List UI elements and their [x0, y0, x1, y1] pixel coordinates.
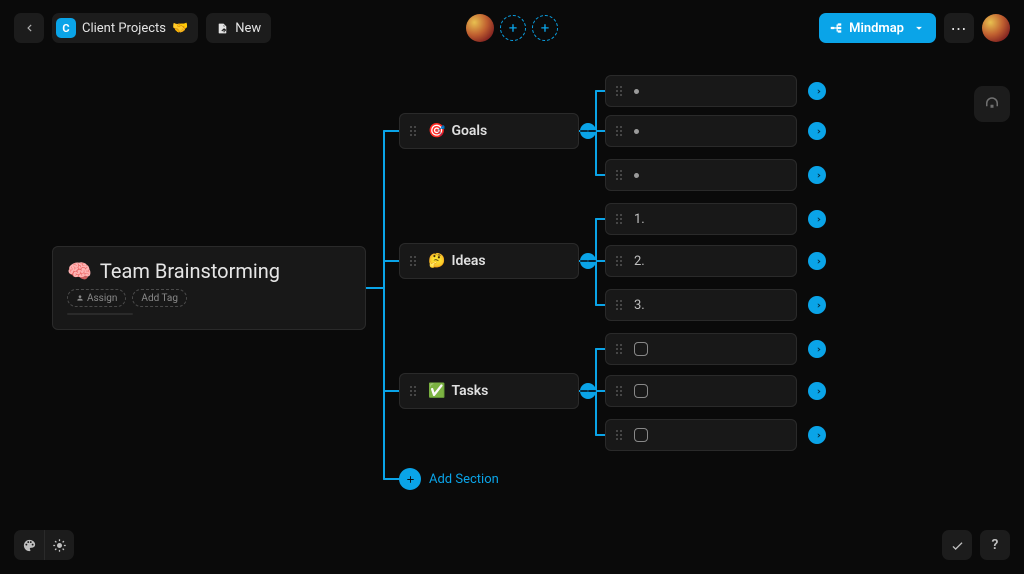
- drag-handle-icon[interactable]: [616, 344, 626, 355]
- side-panel-toggle[interactable]: [974, 86, 1010, 122]
- collapse-toggle-goals[interactable]: [580, 123, 596, 139]
- handshake-icon: 🤝: [172, 21, 188, 36]
- root-title: Team Brainstorming: [100, 259, 280, 283]
- new-doc-icon: [216, 22, 229, 35]
- sun-icon: [52, 538, 67, 553]
- item-node-goal-1[interactable]: [605, 75, 797, 107]
- new-button[interactable]: New: [206, 13, 271, 43]
- helmet-icon: [983, 95, 1001, 113]
- item-node-task-2[interactable]: [605, 375, 797, 407]
- expand-arrow-button[interactable]: [808, 252, 826, 270]
- confirm-button[interactable]: [942, 530, 972, 560]
- root-node[interactable]: 🧠 Team Brainstorming Assign Add Tag: [52, 246, 366, 330]
- add-collaborator-button[interactable]: +: [532, 15, 558, 41]
- item-node-idea-2[interactable]: 2.: [605, 245, 797, 277]
- task-checkbox[interactable]: [634, 384, 648, 398]
- question-icon: ?: [992, 537, 999, 553]
- collapse-toggle-ideas[interactable]: [580, 253, 596, 269]
- mindmap-icon: [829, 21, 843, 35]
- bullet-icon: [634, 173, 639, 178]
- expand-arrow-button[interactable]: [808, 426, 826, 444]
- section-label: Tasks: [451, 383, 488, 399]
- breadcrumb-label: Client Projects: [82, 21, 166, 36]
- item-node-idea-1[interactable]: 1.: [605, 203, 797, 235]
- item-node-idea-3[interactable]: 3.: [605, 289, 797, 321]
- add-section-button[interactable]: Add Section: [399, 468, 499, 490]
- account-avatar[interactable]: [982, 14, 1010, 42]
- drag-handle-icon[interactable]: [410, 256, 420, 267]
- expand-arrow-button[interactable]: [808, 82, 826, 100]
- breadcrumb[interactable]: C Client Projects 🤝: [52, 13, 198, 43]
- expand-arrow-button[interactable]: [808, 340, 826, 358]
- color-palette-button[interactable]: [14, 530, 44, 560]
- section-label: Goals: [451, 123, 487, 139]
- drag-handle-icon[interactable]: [616, 256, 626, 267]
- thinking-icon: 🤔: [428, 253, 445, 269]
- task-checkbox[interactable]: [634, 342, 648, 356]
- add-collaborator-button[interactable]: +: [500, 15, 526, 41]
- theme-toggle-button[interactable]: [44, 530, 74, 560]
- chevron-down-icon: [912, 21, 926, 35]
- drag-handle-icon[interactable]: [616, 300, 626, 311]
- chevron-left-icon: [22, 21, 36, 35]
- item-node-goal-3[interactable]: [605, 159, 797, 191]
- drag-handle-icon[interactable]: [616, 430, 626, 441]
- mindmap-canvas: 🧠 Team Brainstorming Assign Add Tag 🎯 Go…: [0, 0, 1024, 574]
- section-node-tasks[interactable]: ✅ Tasks: [399, 373, 579, 409]
- root-emoji: 🧠: [67, 259, 92, 283]
- assign-chip[interactable]: Assign: [67, 289, 126, 307]
- expand-arrow-button[interactable]: [808, 210, 826, 228]
- top-bar: C Client Projects 🤝 New + + Mindmap ⋯: [14, 10, 1010, 46]
- drag-handle-icon[interactable]: [616, 126, 626, 137]
- add-tag-chip[interactable]: Add Tag: [132, 289, 187, 307]
- check-icon: [950, 538, 965, 553]
- expand-arrow-button[interactable]: [808, 382, 826, 400]
- section-node-goals[interactable]: 🎯 Goals: [399, 113, 579, 149]
- drag-handle-icon[interactable]: [616, 170, 626, 181]
- drag-handle-icon[interactable]: [616, 214, 626, 225]
- more-menu-button[interactable]: ⋯: [944, 13, 974, 43]
- drag-handle-icon[interactable]: [410, 386, 420, 397]
- view-switcher-button[interactable]: Mindmap: [819, 13, 936, 43]
- section-label: Ideas: [451, 253, 485, 269]
- item-node-task-3[interactable]: [605, 419, 797, 451]
- palette-icon: [22, 538, 37, 553]
- task-checkbox[interactable]: [634, 428, 648, 442]
- user-avatar[interactable]: [466, 14, 494, 42]
- item-node-task-1[interactable]: [605, 333, 797, 365]
- help-button[interactable]: ?: [980, 530, 1010, 560]
- divider: [67, 313, 133, 315]
- view-label: Mindmap: [849, 21, 904, 36]
- new-label: New: [235, 21, 261, 36]
- target-icon: 🎯: [428, 123, 445, 139]
- plus-icon: [399, 468, 421, 490]
- footer-actions: ?: [942, 530, 1010, 560]
- back-button[interactable]: [14, 13, 44, 43]
- workspace-badge: C: [56, 18, 76, 38]
- item-node-goal-2[interactable]: [605, 115, 797, 147]
- expand-arrow-button[interactable]: [808, 296, 826, 314]
- expand-arrow-button[interactable]: [808, 166, 826, 184]
- add-section-label: Add Section: [429, 472, 499, 487]
- bullet-icon: [634, 89, 639, 94]
- drag-handle-icon[interactable]: [616, 86, 626, 97]
- expand-arrow-button[interactable]: [808, 122, 826, 140]
- bullet-icon: [634, 129, 639, 134]
- collapse-toggle-tasks[interactable]: [580, 383, 596, 399]
- drag-handle-icon[interactable]: [616, 386, 626, 397]
- section-node-ideas[interactable]: 🤔 Ideas: [399, 243, 579, 279]
- checkmark-icon: ✅: [428, 383, 445, 399]
- canvas-tools: [14, 530, 74, 560]
- person-icon: [76, 294, 84, 302]
- drag-handle-icon[interactable]: [410, 126, 420, 137]
